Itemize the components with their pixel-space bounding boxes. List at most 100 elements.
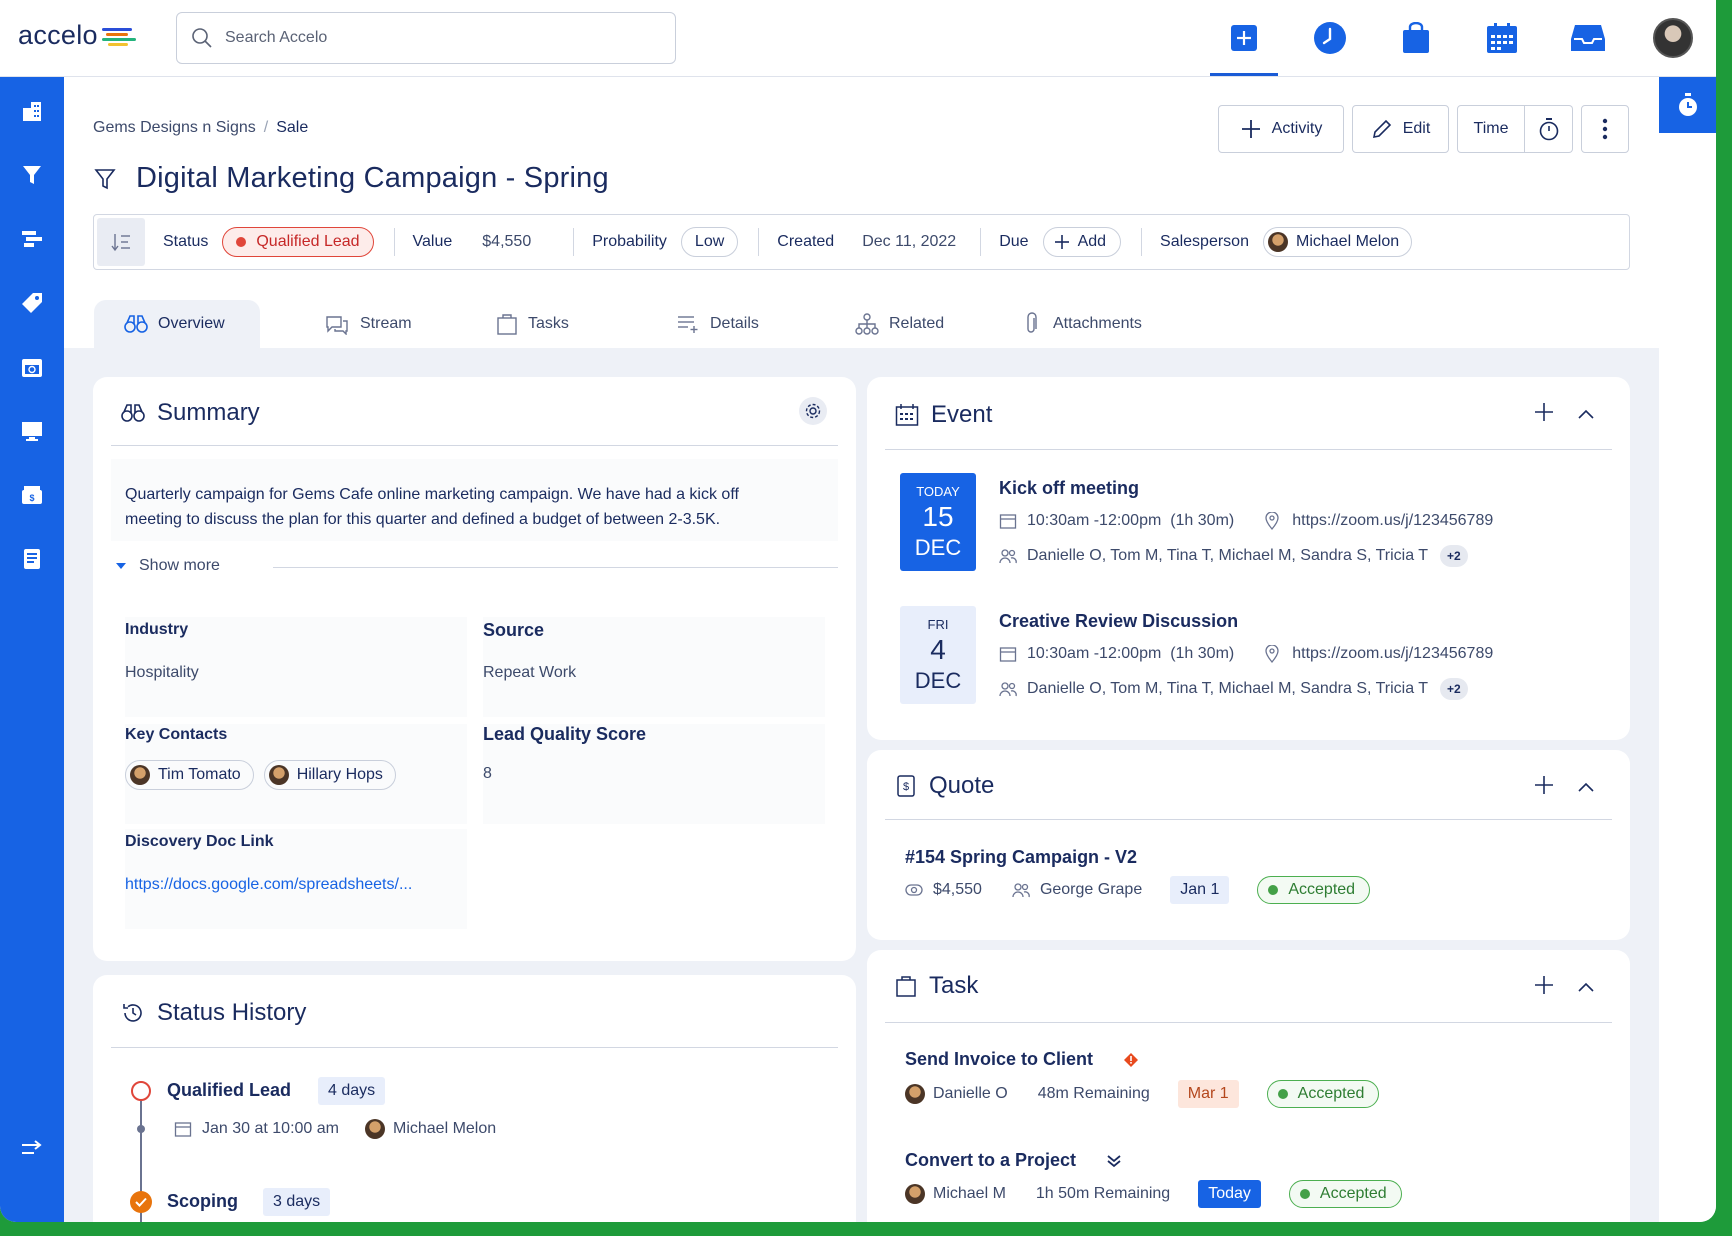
edit-button[interactable]: Edit	[1352, 105, 1449, 153]
time-button[interactable]: Time	[1457, 105, 1525, 153]
logo-text: accelo	[18, 20, 98, 50]
divider	[393, 228, 395, 256]
key-contacts-field: Key Contacts Tim Tomato Hillary Hops	[125, 724, 467, 824]
tab-related[interactable]: Related	[825, 300, 1023, 348]
task-row[interactable]: Convert to a Project	[905, 1150, 1122, 1171]
calendar-repeat-icon	[22, 359, 42, 377]
divider	[111, 445, 838, 446]
add-event-button[interactable]	[1534, 402, 1554, 427]
avatar	[130, 765, 150, 785]
avatar	[1267, 232, 1288, 252]
record-header: Gems Designs n Signs / Sale Digital Market…	[64, 77, 1659, 348]
task-remaining: 1h 50m Remaining	[1035, 1185, 1171, 1202]
tab-details[interactable]: Details	[640, 300, 825, 348]
industry-label: Industry	[125, 621, 189, 638]
plus-icon	[1241, 120, 1260, 138]
avatar	[364, 1119, 385, 1139]
divider	[111, 1047, 838, 1048]
add-quote-button[interactable]	[1534, 775, 1554, 800]
pencil-icon	[1372, 119, 1391, 139]
status-badge: Accepted	[1257, 876, 1371, 904]
sidebar-item-invoices[interactable]: $	[18, 481, 46, 509]
event-title: Event	[931, 401, 993, 428]
task-row[interactable]: Send Invoice to Client	[905, 1049, 1139, 1070]
breadcrumb-current: Sale	[276, 119, 309, 136]
sidebar-item-projects[interactable]	[18, 225, 46, 253]
stopwatch-button[interactable]	[1659, 77, 1716, 133]
lead-score-label: Lead Quality Score	[483, 724, 647, 744]
stopwatch-outline-icon	[1539, 118, 1558, 141]
sidebar-item-sales[interactable]	[18, 161, 46, 189]
collapse-event-button[interactable]	[1578, 406, 1594, 424]
value-amount: $4,550	[482, 233, 532, 250]
divider	[573, 228, 575, 256]
tab-overview[interactable]: Overview	[94, 300, 260, 348]
priority-high-icon	[1124, 1052, 1139, 1067]
probability-badge[interactable]: Low	[680, 227, 739, 257]
accelo-logo[interactable]: accelo	[18, 20, 138, 51]
sidebar-expand-button[interactable]	[18, 1135, 46, 1163]
timer-button[interactable]	[1525, 105, 1573, 153]
history-status: Qualified Lead	[167, 1080, 292, 1100]
more-attendees-badge[interactable]: +2	[1440, 678, 1468, 700]
sort-icon	[111, 234, 130, 252]
history-meta: Jan 30 at 10:00 am Michael Melon	[174, 1119, 496, 1139]
event-time-row: 10:30am -12:00pm (1h 30m) https://zoom.u…	[999, 645, 1493, 663]
inbox-button[interactable]	[1568, 18, 1608, 58]
add-due-button[interactable]: Add	[1042, 227, 1122, 257]
caret-down-icon	[116, 563, 126, 569]
event-name[interactable]: Kick off meeting	[999, 478, 1139, 499]
salesperson-chip[interactable]: Michael Melon	[1262, 227, 1413, 257]
status-badge[interactable]: Qualified Lead	[222, 227, 374, 257]
calendar-outline-icon	[999, 647, 1017, 662]
event-name[interactable]: Creative Review Discussion	[999, 611, 1238, 632]
add-activity-button[interactable]: Activity	[1218, 105, 1344, 153]
sidebar-item-retainers[interactable]	[18, 353, 46, 381]
sidebar-item-reports[interactable]	[18, 417, 46, 445]
add-task-button[interactable]	[1534, 975, 1554, 1000]
industry-value: Hospitality	[125, 664, 199, 681]
contact-chip[interactable]: Tim Tomato	[125, 760, 254, 790]
search-box[interactable]	[176, 12, 676, 64]
create-new-button[interactable]	[1210, 18, 1278, 76]
calendar-button[interactable]	[1482, 18, 1522, 58]
timesheet-button[interactable]	[1310, 18, 1350, 58]
tab-attachments[interactable]: Attachments	[1023, 300, 1203, 348]
binoculars-icon	[124, 315, 148, 333]
plus-icon	[1231, 25, 1257, 51]
tasks-button[interactable]	[1396, 18, 1436, 58]
sidebar-item-companies[interactable]	[18, 97, 46, 125]
due-label: Due	[999, 233, 1029, 250]
more-options-button[interactable]	[1581, 105, 1629, 153]
quote-name[interactable]: #154 Spring Campaign - V2	[905, 847, 1137, 868]
user-avatar[interactable]	[1653, 18, 1693, 58]
tab-stream[interactable]: Stream	[260, 300, 460, 348]
app-window: accelo Search Accelo $ Gems Designs n Si…	[0, 0, 1716, 1222]
discovery-link[interactable]: https://docs.google.com/spreadsheets/...	[125, 876, 412, 894]
event-location[interactable]: https://zoom.us/j/123456789	[1292, 645, 1493, 663]
sort-button[interactable]	[97, 218, 145, 266]
collapse-task-button[interactable]	[1578, 979, 1594, 997]
event-location[interactable]: https://zoom.us/j/123456789	[1292, 512, 1493, 530]
contact-name: Hillary Hops	[296, 766, 383, 783]
monitor-icon	[22, 422, 42, 441]
task-remaining: 48m Remaining	[1037, 1085, 1150, 1102]
collapse-quote-button[interactable]	[1578, 779, 1594, 797]
chevron-up-icon	[1578, 982, 1594, 992]
search-input[interactable]	[225, 29, 645, 47]
calendar-outline-icon	[895, 404, 919, 426]
sidebar-item-documents[interactable]	[18, 545, 46, 573]
breadcrumb-parent-link[interactable]: Gems Designs n Signs	[93, 119, 256, 136]
kebab-menu-icon	[1602, 118, 1608, 140]
probability-label: Probability	[592, 233, 667, 250]
tab-tasks[interactable]: Tasks	[460, 300, 640, 348]
contact-chip[interactable]: Hillary Hops	[263, 760, 396, 790]
sidebar-item-tickets[interactable]	[18, 289, 46, 317]
divider	[1141, 228, 1143, 256]
summary-description: Quarterly campaign for Gems Cafe online …	[125, 482, 739, 532]
location-pin-icon	[1265, 512, 1279, 530]
summary-settings-button[interactable]	[799, 397, 827, 425]
more-attendees-badge[interactable]: +2	[1440, 545, 1468, 567]
show-more-toggle[interactable]: Show more	[115, 557, 220, 575]
bag-outline-icon	[497, 314, 517, 335]
